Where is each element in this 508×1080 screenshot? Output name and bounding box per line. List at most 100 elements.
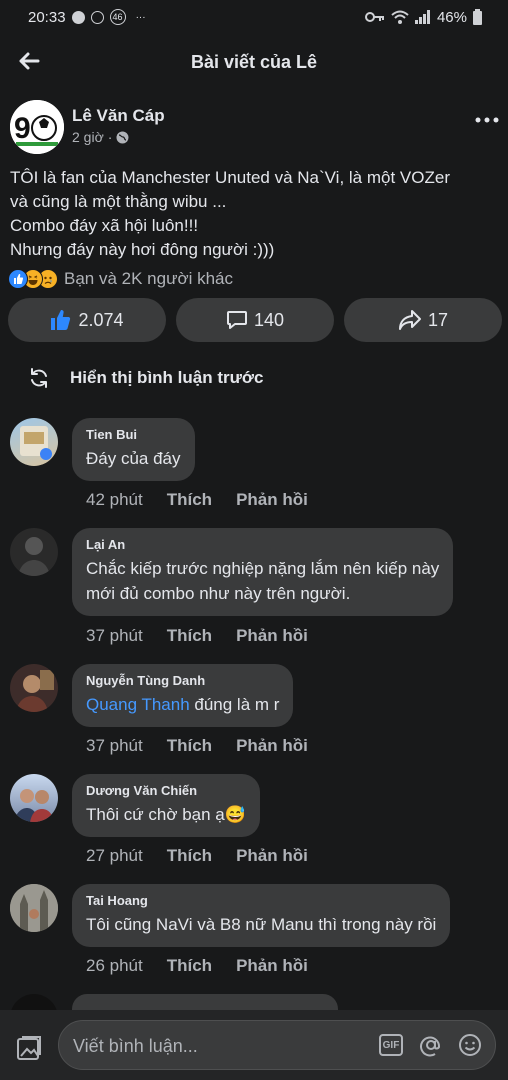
comment-input[interactable] — [71, 1033, 355, 1059]
commenter-avatar[interactable] — [10, 884, 58, 932]
globe-icon — [116, 131, 129, 143]
comment-actions: 42 phút Thích Phản hồi — [86, 490, 308, 510]
commenter-name[interactable]: Tai Hoang — [86, 893, 436, 908]
comment-time: 37 phút — [86, 626, 143, 645]
comment-text-line: mới đủ combo như này trên người. — [86, 584, 351, 603]
post-line: TÔI là fan của Manchester Unuted và Na`V… — [10, 168, 450, 187]
battery-icon — [473, 9, 482, 25]
comment-time: 26 phút — [86, 956, 143, 975]
refresh-icon — [31, 368, 47, 388]
more-options-icon[interactable] — [474, 114, 500, 126]
comment-bubble[interactable] — [72, 994, 338, 1010]
thumbs-up-icon — [51, 310, 71, 330]
reactions-summary[interactable]: Bạn và 2K người khác — [8, 268, 233, 290]
commenter-avatar[interactable] — [10, 994, 58, 1010]
status-bar: 20:33 46 ··· 46% — [0, 0, 508, 34]
comment-reply-button[interactable]: Phản hồi — [236, 736, 308, 756]
comment-reply-button[interactable]: Phản hồi — [236, 956, 308, 976]
comment-like-button[interactable]: Thích — [167, 490, 212, 510]
svg-text:9: 9 — [14, 112, 31, 145]
battery-percent: 46% — [436, 8, 467, 26]
comment-actions: 27 phút Thích Phản hồi — [86, 846, 308, 866]
top-bar: Bài viết của Lê — [0, 34, 508, 90]
commenter-avatar[interactable] — [10, 774, 58, 822]
comment-text: Tôi cũng NaVi và B8 nữ Manu thì trong nà… — [86, 915, 437, 934]
comment-time: 37 phút — [86, 736, 143, 755]
emoji-icon[interactable] — [458, 1033, 482, 1057]
comment-partial — [10, 994, 500, 1010]
comment-reply-button[interactable]: Phản hồi — [236, 490, 308, 510]
messenger-icon — [90, 10, 104, 24]
page-title: Bài viết của Lê — [190, 51, 318, 72]
facebook-icon — [71, 10, 85, 24]
comment: Tai Hoang Tôi cũng NaVi và B8 nữ Manu th… — [10, 884, 500, 984]
comment-actions: 37 phút Thích Phản hồi — [86, 626, 308, 646]
comment-bubble[interactable]: Tai Hoang Tôi cũng NaVi và B8 nữ Manu th… — [72, 884, 451, 947]
comment-text: Đáy của đáy — [86, 449, 181, 468]
comment-text: Thôi cứ chờ bạn ạ😅 — [86, 805, 246, 824]
logo-90-icon: 9 — [10, 100, 64, 154]
status-more: ··· — [135, 11, 146, 23]
comment-text-rest: đúng là m r — [189, 695, 280, 714]
notification-badge: 46 — [109, 9, 126, 25]
comment-like-button[interactable]: Thích — [167, 736, 212, 756]
comment-reply-button[interactable]: Phản hồi — [236, 846, 308, 866]
comment: Tien Bui Đáy của đáy 42 phút Thích Phản … — [10, 418, 500, 518]
like-reaction-icon — [8, 269, 28, 289]
comment-icon — [226, 311, 247, 329]
post-author-name[interactable]: Lê Văn Cáp — [72, 106, 165, 126]
author-avatar[interactable]: 9 — [10, 100, 64, 154]
gif-icon[interactable]: GIF — [379, 1034, 403, 1056]
signal-icon — [414, 10, 430, 24]
comment-composer: GIF — [0, 1010, 508, 1080]
comment-time: 27 phút — [86, 846, 143, 865]
comment: Dương Văn Chiến Thôi cứ chờ bạn ạ😅 27 ph… — [10, 774, 500, 874]
photo-icon[interactable] — [14, 1032, 44, 1062]
comment-text-line: Chắc kiếp trước nghiệp nặng lắm nên kiếp… — [86, 559, 440, 578]
commenter-name[interactable]: Lại An — [86, 537, 439, 552]
post-line: Nhưng đáy này hơi đông người :))) — [10, 240, 275, 259]
comment: Lại An Chắc kiếp trước nghiệp nặng lắm n… — [10, 528, 500, 648]
commenter-name[interactable]: Dương Văn Chiến — [86, 783, 246, 798]
show-previous-comments[interactable]: Hiển thị bình luận trước — [28, 366, 263, 390]
comment-bubble[interactable]: Dương Văn Chiến Thôi cứ chờ bạn ạ😅 — [72, 774, 260, 837]
comment-bubble[interactable]: Lại An Chắc kiếp trước nghiệp nặng lắm n… — [72, 528, 454, 616]
post-time[interactable]: 2 giờ — [72, 129, 104, 145]
previous-comments-label: Hiển thị bình luận trước — [70, 368, 264, 387]
commenter-name[interactable]: Tien Bui — [86, 427, 181, 442]
comment-count: 140 — [253, 309, 285, 330]
key-icon — [364, 12, 384, 22]
like-count: 2.074 — [78, 309, 124, 330]
comment-like-button[interactable]: Thích — [167, 956, 212, 976]
comment-actions: 26 phút Thích Phản hồi — [86, 956, 308, 976]
share-count: 17 — [427, 309, 449, 330]
comment-reply-button[interactable]: Phản hồi — [236, 626, 308, 646]
comment-bubble[interactable]: Tien Bui Đáy của đáy — [72, 418, 195, 481]
comment-text: Quang Thanh đúng là m r — [86, 692, 279, 717]
commenter-avatar[interactable] — [10, 528, 58, 576]
wifi-icon — [391, 10, 409, 24]
status-time: 20:33 — [28, 8, 66, 26]
post-body: TÔI là fan của Manchester Unuted và Na`V… — [10, 166, 500, 262]
comment-time: 42 phút — [86, 490, 143, 509]
share-icon — [398, 310, 421, 330]
back-arrow-icon[interactable] — [16, 48, 42, 74]
post-meta: 2 giờ · — [72, 129, 129, 145]
comment-input-field[interactable]: GIF — [58, 1020, 496, 1070]
mention-link[interactable]: Quang Thanh — [86, 695, 190, 714]
like-button[interactable]: 2.074 — [8, 298, 166, 342]
meta-separator: · — [107, 129, 113, 145]
commenter-name[interactable]: Nguyễn Tùng Danh — [86, 673, 279, 688]
post-line: và cũng là một thằng wibu ... — [10, 192, 227, 211]
comment-bubble[interactable]: Nguyễn Tùng Danh Quang Thanh đúng là m r — [72, 664, 294, 727]
reactions-text: Bạn và 2K người khác — [64, 269, 234, 288]
commenter-avatar[interactable] — [10, 418, 58, 466]
comment-like-button[interactable]: Thích — [167, 626, 212, 646]
commenter-avatar[interactable] — [10, 664, 58, 712]
comment-like-button[interactable]: Thích — [167, 846, 212, 866]
comment: Nguyễn Tùng Danh Quang Thanh đúng là m r… — [10, 664, 500, 764]
share-button[interactable]: 17 — [344, 298, 502, 342]
comment-actions: 37 phút Thích Phản hồi — [86, 736, 308, 756]
mention-icon[interactable] — [419, 1033, 443, 1057]
comment-button[interactable]: 140 — [176, 298, 334, 342]
